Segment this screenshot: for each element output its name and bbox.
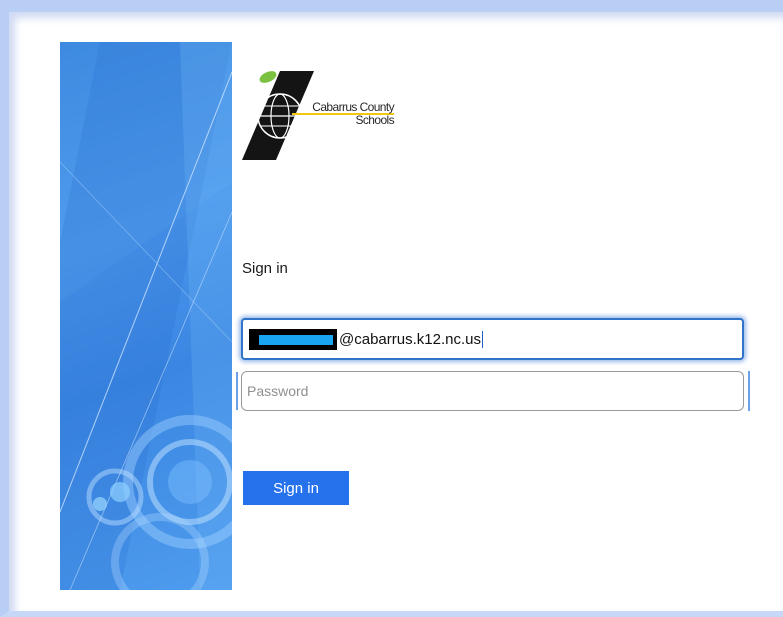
- email-value: @cabarrus.k12.nc.us: [339, 330, 481, 348]
- logo-wordmark: Cabarrus County Schools: [296, 101, 394, 127]
- hero-graphic: [60, 42, 232, 590]
- logo-line2: Schools: [355, 113, 395, 127]
- text-caret: [481, 330, 483, 348]
- sign-in-button[interactable]: Sign in: [243, 471, 349, 505]
- field-accent-left: [236, 372, 238, 410]
- email-field[interactable]: @cabarrus.k12.nc.us: [241, 318, 744, 360]
- page-title: Sign in: [242, 260, 288, 277]
- hero-image: [60, 42, 232, 590]
- field-accent-right: [748, 371, 750, 411]
- redacted-username: [249, 328, 337, 350]
- password-field[interactable]: [241, 371, 744, 411]
